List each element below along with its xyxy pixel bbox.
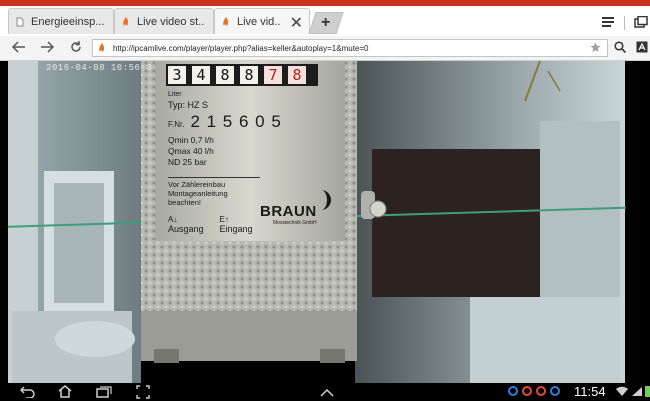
home-icon[interactable] (58, 385, 72, 398)
plus-icon: + (321, 14, 331, 31)
windows-icon[interactable] (634, 16, 648, 28)
video-player[interactable]: 3 4 8 8 7 8 Liter Typ: HZ S F.Nr. 2 1 5 … (0, 61, 650, 383)
meter-unit: Liter (168, 91, 182, 98)
notification-icon[interactable] (508, 386, 518, 396)
braun-logo-subtext: Messtechnik GmbH (273, 220, 317, 226)
meter-digit-row: 3 4 8 8 7 8 (168, 66, 306, 84)
meter-label-plate: Liter Typ: HZ S F.Nr. 2 1 5 6 0 5 Qmin 0… (168, 91, 338, 241)
address-bar (0, 36, 650, 61)
toolbar-divider (624, 16, 625, 30)
meter-out-port: A↓ Ausgang (168, 215, 204, 234)
notification-icon[interactable] (550, 386, 560, 396)
tab-label: Live vid.. (237, 15, 281, 28)
tab-label: Live video st.. (137, 15, 205, 28)
meter-out-code: A↓ (168, 215, 178, 224)
battery-icon (645, 386, 650, 397)
tab-live-video-active[interactable]: Live vid.. ✕ (214, 8, 310, 34)
meter-digit: 4 (192, 66, 210, 84)
meter-nd: ND 25 bar (168, 157, 207, 167)
tab-energie[interactable]: Energieeinsp... (8, 8, 114, 34)
meter-qmin: Qmin 0,7 l/h (168, 135, 214, 145)
meter-qmax: Qmax 40 l/h (168, 146, 214, 156)
search-icon[interactable] (614, 41, 626, 53)
notification-icon[interactable] (536, 386, 546, 396)
camera-timestamp: 2016-04-08 10:56:3 (46, 63, 153, 73)
signal-icon (632, 387, 642, 396)
flame-icon (123, 16, 129, 26)
page-icon (16, 17, 24, 26)
tab-live-video-1[interactable]: Live video st.. (114, 8, 214, 34)
chevron-up-icon[interactable] (320, 389, 334, 397)
meter-serial-number: 2 1 5 6 0 5 (190, 112, 282, 131)
flame-icon (99, 43, 105, 52)
list-menu-icon[interactable] (602, 16, 616, 28)
meter-out-label: Ausgang (168, 224, 204, 234)
system-navigation-bar: 11:54 (0, 383, 650, 401)
meter-in-code: E↑ (219, 215, 229, 224)
meter-digit: 8 (240, 66, 258, 84)
status-clock: 11:54 (574, 384, 606, 399)
notification-icon[interactable] (522, 386, 532, 396)
new-tab-button[interactable]: + (308, 12, 344, 34)
meter-fnr-label: F.Nr. (168, 120, 185, 129)
reader-icon[interactable] (636, 41, 648, 53)
meter-digit: 8 (288, 66, 306, 84)
back-icon[interactable] (20, 386, 36, 398)
wifi-icon (616, 386, 628, 396)
back-arrow-icon[interactable] (12, 41, 26, 53)
forward-arrow-icon[interactable] (40, 41, 54, 53)
flame-icon (223, 16, 229, 26)
meter-fnr-row: F.Nr. 2 1 5 6 0 5 (168, 112, 338, 132)
braun-logo: BRAUN Messtechnik GmbH (260, 203, 317, 226)
reload-icon[interactable] (70, 41, 82, 53)
tab-strip: Energieeinsp... Live video st.. Live vid… (0, 6, 650, 37)
screenshot-icon[interactable] (136, 385, 150, 399)
braun-logo-text: BRAUN (260, 203, 317, 220)
url-field[interactable] (92, 39, 608, 57)
meter-digit: 3 (168, 66, 186, 84)
close-tab-icon[interactable]: ✕ (290, 13, 303, 33)
url-input[interactable] (113, 43, 573, 53)
meter-type: Typ: HZ S (168, 100, 209, 110)
meter-digit: 7 (264, 66, 282, 84)
meter-digit: 8 (216, 66, 234, 84)
tab-label: Energieeinsp... (31, 15, 105, 28)
meter-in-port: E↑ Eingang (220, 215, 253, 234)
recent-apps-icon[interactable] (96, 386, 112, 398)
meter-in-label: Eingang (219, 224, 253, 234)
meter-note-line1: Vor Zählereinbau (168, 177, 260, 189)
bookmark-star-icon[interactable] (590, 42, 601, 53)
braun-logo-mark (321, 190, 331, 210)
